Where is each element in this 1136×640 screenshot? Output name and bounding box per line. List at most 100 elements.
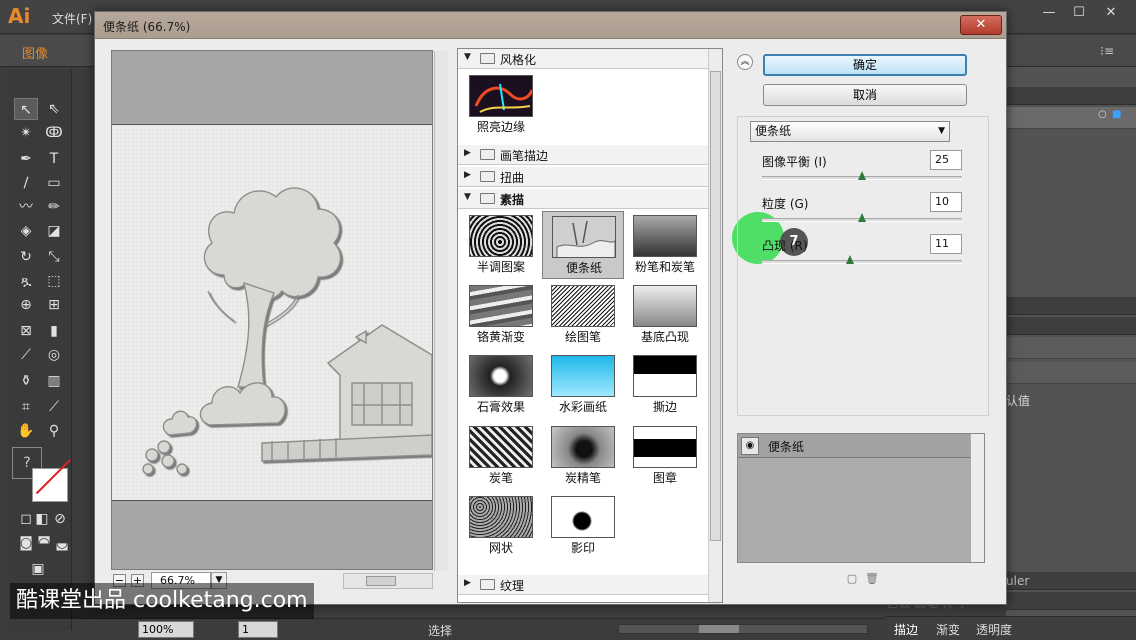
collapsed-triangle-icon[interactable]: ▶ [464, 578, 471, 588]
paintbrush-tool-icon[interactable]: 〰 [14, 196, 38, 218]
panel-header: 色板 画笔 符号 [886, 592, 1136, 610]
zoom-tool-icon[interactable]: ⚲ [42, 420, 66, 442]
filter-graphic-pen[interactable]: 绘图笔 [542, 281, 624, 349]
warp-tool-icon[interactable]: ጿ [14, 270, 38, 292]
magic-wand-tool-icon[interactable]: ✴ [14, 122, 38, 144]
param-relief-slider[interactable] [762, 255, 962, 264]
param-image-balance-input[interactable]: 25 [930, 150, 962, 170]
delete-effect-layer-icon[interactable]: 🗑 [865, 572, 879, 586]
type-tool-icon[interactable]: T [42, 148, 66, 170]
collapsed-triangle-icon[interactable]: ▶ [464, 148, 471, 158]
effect-layers-scrollbar[interactable] [970, 434, 984, 562]
menu-file[interactable]: 文件(F) [52, 10, 92, 27]
scale-tool-icon[interactable]: ⤡ [42, 246, 66, 268]
shape-builder-tool-icon[interactable]: ⊕ [14, 294, 38, 316]
param-graininess-input[interactable]: 10 [930, 192, 962, 212]
param-relief-input[interactable]: 11 [930, 234, 962, 254]
minimize-icon[interactable]: — [1036, 4, 1062, 22]
control-bar-image-label[interactable]: 图像 [22, 43, 48, 62]
free-transform-tool-icon[interactable]: ⬚ [42, 270, 66, 292]
lasso-tool-icon[interactable]: ↂ [42, 122, 66, 144]
window-close-icon[interactable]: ✕ [1098, 4, 1124, 22]
cancel-button[interactable]: 取消 [763, 84, 967, 106]
effect-layer-row[interactable]: ◉ 便条纸 [738, 434, 970, 458]
slider-knob-icon[interactable] [858, 213, 866, 222]
maximize-icon[interactable]: ☐ [1066, 4, 1092, 22]
slice-tool-icon[interactable]: ⟋ [42, 396, 66, 418]
filter-photocopy[interactable]: 影印 [542, 492, 624, 560]
filter-list-scrollbar[interactable] [708, 49, 722, 602]
pencil-tool-icon[interactable]: ✏ [42, 196, 66, 218]
filter-reticulation[interactable]: 网状 [460, 492, 542, 560]
mesh-tool-icon[interactable]: ⊠ [14, 320, 38, 342]
ok-button[interactable]: 确定 [763, 54, 967, 76]
line-tool-icon[interactable]: ∕ [14, 172, 38, 194]
draw-inside-icon[interactable]: ◛ [50, 532, 74, 554]
filter-chalk-charcoal[interactable]: 粉笔和炭笔 [624, 211, 706, 279]
status-page-field[interactable]: 1 [238, 621, 278, 638]
preview-vertical-scrollbar[interactable] [434, 51, 448, 571]
artboard-tool-icon[interactable]: ⌗ [14, 396, 38, 418]
blend-tool-icon[interactable]: ◎ [42, 344, 66, 366]
category-brush-strokes[interactable]: ▶ 画笔描边 [458, 145, 708, 165]
screen-mode-icon[interactable]: ▣ [26, 558, 50, 580]
blob-brush-tool-icon[interactable]: ◈ [14, 220, 38, 242]
dialog-close-button[interactable]: ✕ [960, 15, 1002, 35]
pen-tool-icon[interactable]: ✒ [14, 148, 38, 170]
scroll-thumb[interactable] [699, 625, 739, 633]
status-tool-text[interactable]: 选择 [428, 622, 452, 639]
collapse-gallery-button[interactable]: ︽ [737, 54, 753, 70]
category-sketch[interactable]: ▼ 素描 [458, 189, 708, 209]
category-texture[interactable]: ▶ 纹理 [458, 575, 708, 595]
tab-transparency[interactable]: 透明度 [976, 621, 1012, 638]
slider-knob-icon[interactable] [846, 255, 854, 264]
eye-icon[interactable]: ◉ [741, 437, 759, 455]
tab-stroke[interactable]: 描边 [894, 621, 918, 638]
fill-stroke-swatch[interactable] [32, 458, 72, 502]
param-graininess-slider[interactable] [762, 213, 962, 222]
perspective-grid-tool-icon[interactable]: ⊞ [42, 294, 66, 316]
category-stylize[interactable]: ▼ 风格化 [458, 49, 708, 69]
selection-tool-icon[interactable]: ↖ [14, 98, 38, 120]
slider-knob-icon[interactable] [858, 171, 866, 180]
none-mode-icon[interactable]: ⊘ [48, 508, 72, 530]
filter-select[interactable]: 便条纸 ▼ [750, 121, 950, 142]
filter-water-paper[interactable]: 水彩画纸 [542, 351, 624, 419]
new-effect-layer-icon[interactable]: ▢ [845, 572, 859, 586]
filter-preview[interactable] [111, 50, 448, 571]
filter-charcoal[interactable]: 炭笔 [460, 422, 542, 490]
filter-stamp[interactable]: 图章 [624, 422, 706, 490]
eraser-tool-icon[interactable]: ◪ [42, 220, 66, 242]
expanded-triangle-icon[interactable]: ▼ [464, 192, 471, 202]
filter-torn-edges[interactable]: 撕边 [624, 351, 706, 419]
filter-bas-relief[interactable]: 基底凸现 [624, 281, 706, 349]
category-distort[interactable]: ▶ 扭曲 [458, 167, 708, 187]
filter-conte-crayon[interactable]: 炭精笔 [542, 422, 624, 490]
expanded-triangle-icon[interactable]: ▼ [464, 52, 471, 62]
tab-gradient[interactable]: 渐变 [936, 621, 960, 638]
panel-tab-label[interactable]: uler [1006, 574, 1029, 588]
filter-plaster[interactable]: 石膏效果 [460, 351, 542, 419]
param-image-balance-slider[interactable] [762, 171, 962, 180]
layer-row-highlight[interactable]: ○ ■ [1006, 107, 1136, 129]
preview-horizontal-scrollbar[interactable] [343, 573, 433, 589]
control-bar-menu-icon[interactable]: ⁝≡ [1100, 44, 1114, 58]
symbol-sprayer-tool-icon[interactable]: ⚱ [14, 370, 38, 392]
filter-halftone-pattern[interactable]: 半调图案 [460, 211, 542, 279]
filter-glowing-edges[interactable]: 照亮边缘 [460, 71, 542, 139]
gradient-tool-icon[interactable]: ▮ [42, 320, 66, 342]
scroll-thumb[interactable] [710, 71, 721, 541]
rotate-tool-icon[interactable]: ↻ [14, 246, 38, 268]
hand-tool-icon[interactable]: ✋ [14, 420, 38, 442]
status-horizontal-scrollbar[interactable] [618, 624, 868, 634]
scroll-thumb[interactable] [366, 576, 396, 586]
layer-target-icon[interactable]: ○ [1098, 109, 1107, 120]
collapsed-triangle-icon[interactable]: ▶ [464, 170, 471, 180]
filter-chrome[interactable]: 铬黄渐变 [460, 281, 542, 349]
filter-note-paper[interactable]: 便条纸 [542, 211, 624, 279]
eyedropper-tool-icon[interactable]: ⟋ [14, 344, 38, 366]
status-zoom-field[interactable]: 100% [138, 621, 194, 638]
column-graph-tool-icon[interactable]: ▥ [42, 370, 66, 392]
rectangle-tool-icon[interactable]: ▭ [42, 172, 66, 194]
direct-selection-tool-icon[interactable]: ⇖ [42, 98, 66, 120]
